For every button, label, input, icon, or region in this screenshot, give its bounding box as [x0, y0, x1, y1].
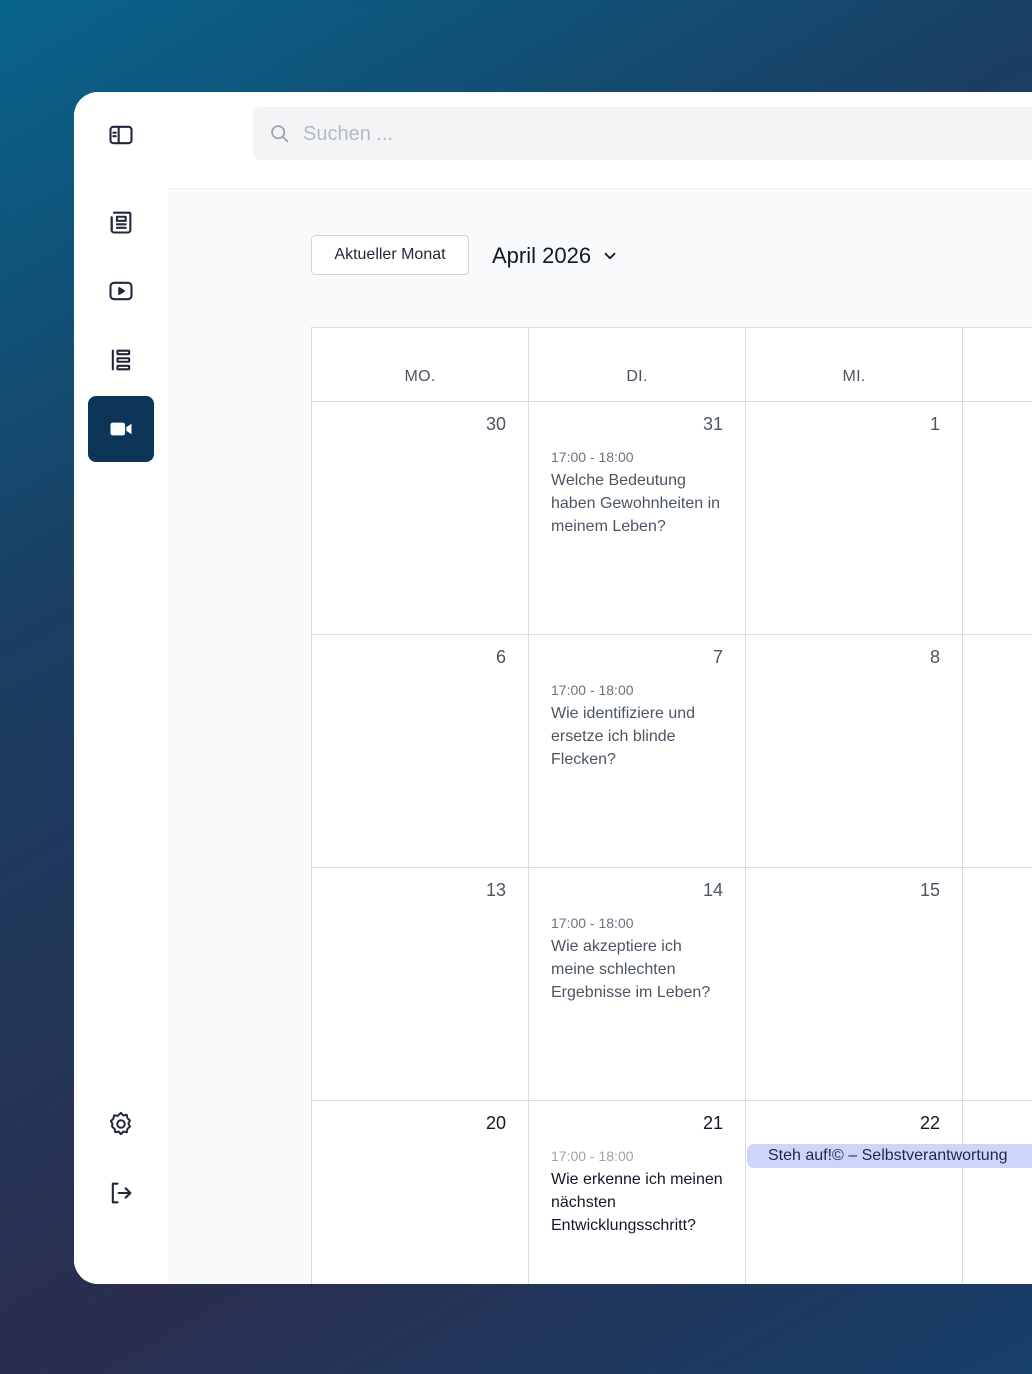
top-bar: [168, 92, 1032, 189]
calendar-day[interactable]: [963, 402, 1032, 635]
weekday-header: MO.: [312, 328, 529, 402]
calendar-day[interactable]: 14 17:00 - 18:00 Wie akzeptiere ich mein…: [529, 868, 746, 1101]
settings-button[interactable]: [88, 1091, 154, 1157]
calendar-day[interactable]: [963, 1101, 1032, 1284]
app-window: Aktueller Monat April 2026 MO. DI. MI. 3…: [74, 92, 1032, 1284]
day-number: 21: [702, 1113, 723, 1133]
search-icon: [271, 125, 289, 143]
calendar-day[interactable]: 8: [746, 635, 963, 868]
calendar-day[interactable]: 7 17:00 - 18:00 Wie identifiziere und er…: [529, 635, 746, 868]
month-label: April 2026: [492, 243, 592, 268]
sidebar-item-live[interactable]: [88, 396, 154, 462]
event-time: 17:00 - 18:00: [551, 915, 634, 931]
calendar-day[interactable]: 22: [746, 1101, 963, 1284]
day-number: 6: [495, 647, 506, 667]
calendar-day[interactable]: 13: [312, 868, 529, 1101]
video-play-icon: [109, 281, 133, 301]
day-number: 13: [485, 880, 506, 900]
day-number: 8: [929, 647, 940, 667]
event-time: 17:00 - 18:00: [551, 682, 634, 698]
calendar-day[interactable]: 15: [746, 868, 963, 1101]
day-number: 20: [485, 1113, 506, 1133]
sidebar-item-news[interactable]: [88, 189, 154, 255]
calendar-day[interactable]: 1: [746, 402, 963, 635]
calendar-event[interactable]: 17:00 - 18:00 Wie erkenne ich meinen näc…: [551, 1146, 723, 1237]
newspaper-icon: [110, 211, 132, 234]
event-title: Wie akzeptiere ich meine schlechten Erge…: [551, 938, 711, 1001]
current-month-button[interactable]: Aktueller Monat: [311, 235, 469, 275]
weekday-header: [963, 328, 1032, 402]
calendar-day[interactable]: [963, 635, 1032, 868]
event-title: Welche Bedeutung haben Gewohnheiten in m…: [551, 472, 721, 535]
main-content: Aktueller Monat April 2026 MO. DI. MI. 3…: [168, 189, 1032, 1284]
event-title: Wie identifiziere und ersetze ich blinde…: [551, 705, 696, 768]
sidebar: [74, 92, 168, 1284]
calendar-event[interactable]: 17:00 - 18:00 Wie akzeptiere ich meine s…: [551, 913, 723, 1004]
weekday-header: DI.: [529, 328, 746, 402]
multi-day-event-banner[interactable]: Steh auf!© – Selbstverantwortung: [747, 1144, 1032, 1168]
event-title: Wie erkenne ich meinen nächsten Entwickl…: [551, 1171, 723, 1234]
gear-icon: [109, 1111, 131, 1136]
search-bar: [253, 107, 1032, 162]
calendar-event[interactable]: 17:00 - 18:00 Welche Bedeutung haben Gew…: [551, 447, 723, 538]
list-icon: [111, 349, 131, 371]
sidebar-item-list[interactable]: [88, 327, 154, 393]
panel-toggle-icon: [109, 125, 133, 145]
calendar-day[interactable]: 20: [312, 1101, 529, 1284]
calendar-event[interactable]: 17:00 - 18:00 Wie identifiziere und erse…: [551, 680, 723, 771]
logout-button[interactable]: [88, 1160, 154, 1226]
calendar-day[interactable]: [963, 868, 1032, 1101]
day-number: 1: [929, 414, 940, 434]
sidebar-toggle-button[interactable]: [88, 102, 154, 168]
day-number: 31: [702, 414, 723, 434]
day-number: 22: [919, 1113, 940, 1133]
logout-icon: [111, 1182, 132, 1204]
day-number: 15: [919, 880, 940, 900]
day-number: 30: [485, 414, 506, 434]
weekday-header: MI.: [746, 328, 963, 402]
video-camera-icon: [110, 422, 132, 436]
day-number: 7: [712, 647, 723, 667]
month-selector[interactable]: April 2026: [492, 239, 619, 273]
calendar-day[interactable]: 30: [312, 402, 529, 635]
month-calendar: MO. DI. MI. 30 31 17:00 - 18:00 Welche B…: [311, 327, 1032, 1284]
search-input[interactable]: [301, 107, 905, 162]
event-time: 17:00 - 18:00: [551, 1148, 634, 1164]
sidebar-item-videos[interactable]: [88, 258, 154, 324]
event-time: 17:00 - 18:00: [551, 449, 634, 465]
day-number: 14: [702, 880, 723, 900]
chevron-down-icon: [604, 252, 616, 260]
calendar-day[interactable]: 6: [312, 635, 529, 868]
calendar-day[interactable]: 21 17:00 - 18:00 Wie erkenne ich meinen …: [529, 1101, 746, 1284]
calendar-day[interactable]: 31 17:00 - 18:00 Welche Bedeutung haben …: [529, 402, 746, 635]
